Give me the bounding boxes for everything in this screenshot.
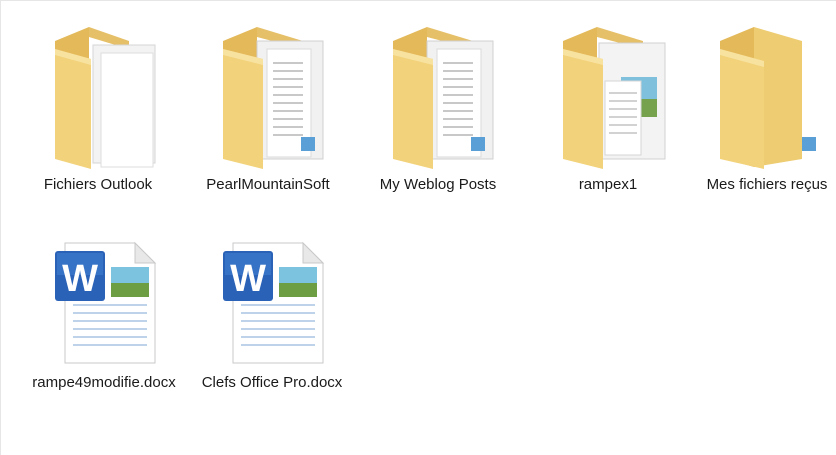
item-label: rampe49modifie.docx [32,374,176,391]
file-item-clefs-office-pro[interactable]: W Clefs Office Pro.docx [197,237,347,393]
folder-item-pearlmountainsoft[interactable]: PearlMountainSoft [193,19,343,195]
folder-item-fichiers-outlook[interactable]: Fichiers Outlook [23,19,173,195]
item-label: Clefs Office Pro.docx [201,374,343,391]
folder-icon [33,19,163,169]
folder-icon [203,19,333,169]
folder-icon [373,19,503,169]
folder-item-rampex1[interactable]: rampex1 [533,19,683,195]
file-explorer-large-icons-view: Fichiers Outlook PearlMountainSoft My We… [0,0,836,455]
folder-icon [702,19,832,169]
folder-icon [543,19,673,169]
folder-item-mes-fichiers-recus[interactable]: Mes fichiers reçus [697,19,836,195]
item-label: PearlMountainSoft [206,176,330,193]
item-label: Mes fichiers reçus [706,176,828,193]
item-label: Fichiers Outlook [43,176,153,193]
word-document-icon: W [207,237,337,367]
folder-item-my-weblog-posts[interactable]: My Weblog Posts [363,19,513,195]
item-label: My Weblog Posts [379,176,497,193]
svg-text:W: W [230,258,266,300]
word-document-icon: W [39,237,169,367]
svg-text:W: W [62,258,98,300]
file-item-rampe49modifie[interactable]: W rampe49modifie.docx [29,237,179,393]
item-label: rampex1 [578,176,638,193]
